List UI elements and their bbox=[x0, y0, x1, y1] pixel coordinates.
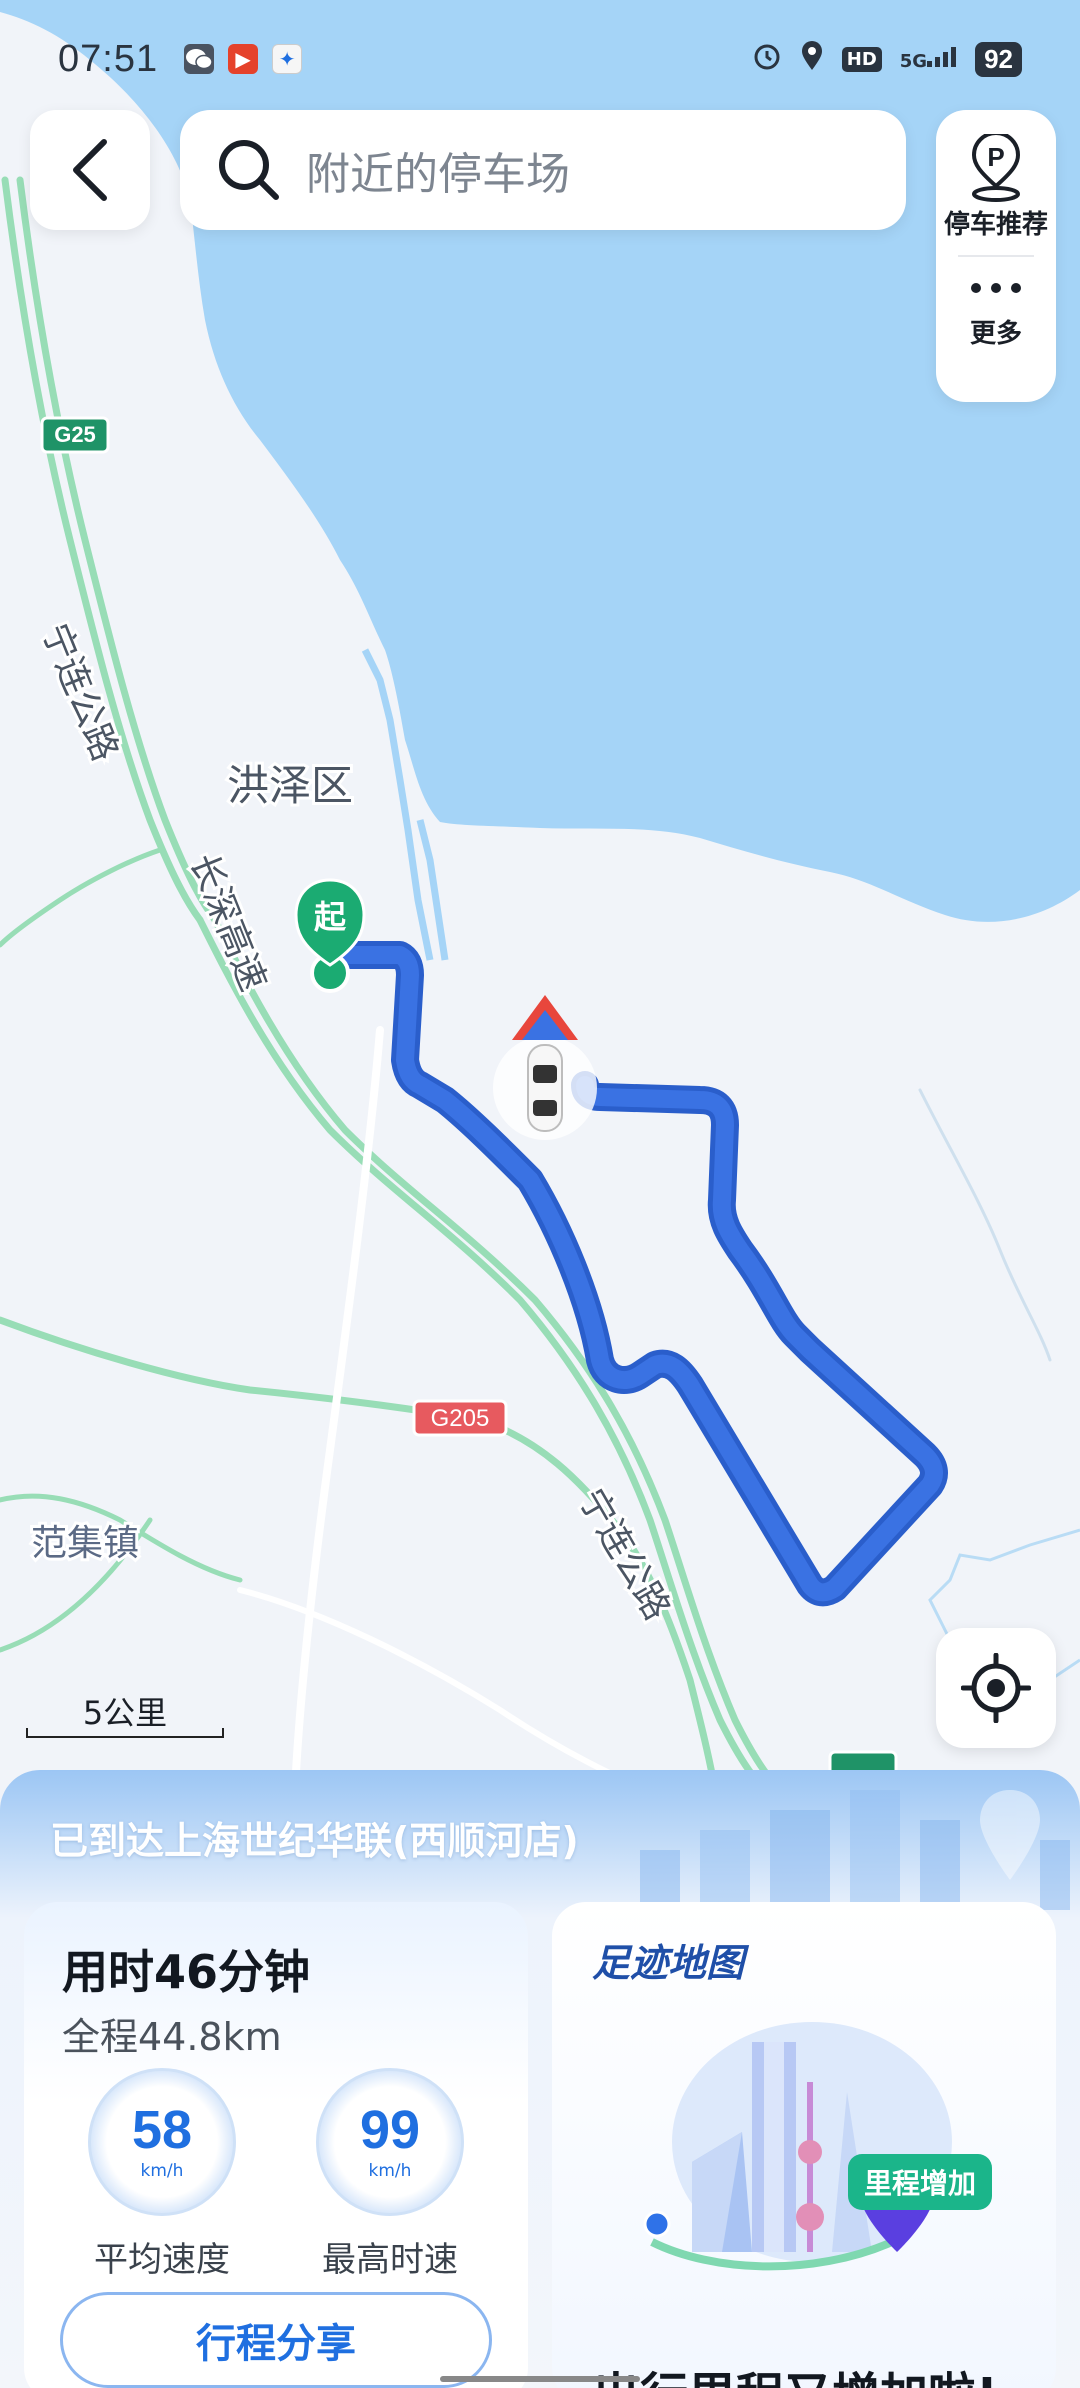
map-scale: 5公里 bbox=[26, 1688, 224, 1738]
avg-speed-unit: km/h bbox=[140, 2161, 184, 2181]
status-indicators: HD 5G 92 bbox=[752, 41, 1022, 77]
search-placeholder: 附近的停车场 bbox=[306, 149, 570, 200]
map-tools-panel: P 停车推荐 更多 bbox=[936, 110, 1056, 402]
back-button[interactable] bbox=[30, 110, 150, 230]
footprint-bottom-text: 出行里程又增加啦! bbox=[592, 2356, 998, 2388]
alarm-icon bbox=[752, 41, 782, 77]
mileage-badge: 里程增加 bbox=[848, 2154, 993, 2210]
locate-crosshair-icon bbox=[961, 1653, 1031, 1723]
city-skyline-illustration-icon bbox=[643, 2022, 952, 2271]
chevron-left-icon bbox=[73, 139, 107, 201]
avg-speed-value: 58 bbox=[131, 2100, 193, 2160]
avg-speed-label: 平均速度 bbox=[94, 2240, 230, 2280]
share-trip-button[interactable]: 行程分享 bbox=[60, 2292, 492, 2388]
wechat-icon bbox=[184, 44, 215, 74]
search-icon bbox=[219, 140, 279, 200]
parking-recommend-button[interactable]: P 停车推荐 bbox=[936, 134, 1056, 241]
status-time: 07:51 bbox=[58, 37, 159, 80]
status-app-icons: ▶ ✦ bbox=[184, 44, 303, 74]
more-button[interactable]: 更多 bbox=[936, 273, 1056, 350]
search-box[interactable]: 附近的停车场 bbox=[180, 110, 906, 230]
trip-distance: 全程44.8km bbox=[62, 2015, 282, 2059]
panel-divider bbox=[958, 255, 1034, 257]
max-speed-gauge: 99 km/h bbox=[316, 2068, 464, 2216]
max-speed-value: 99 bbox=[359, 2100, 421, 2160]
locate-button[interactable] bbox=[936, 1628, 1056, 1748]
footprint-title: 足迹地图 bbox=[592, 1941, 745, 1985]
svg-text:G205: G205 bbox=[431, 1405, 490, 1432]
svg-text:P: P bbox=[987, 142, 1004, 172]
trip-duration: 用时46分钟 bbox=[62, 1945, 311, 1999]
footprint-map-card[interactable]: 足迹地图 里程增加 出行里程又增加啦! bbox=[552, 1902, 1056, 2388]
more-label: 更多 bbox=[969, 319, 1022, 349]
home-indicator[interactable] bbox=[440, 2376, 640, 2382]
location-icon bbox=[800, 41, 824, 77]
more-dots-icon bbox=[971, 283, 1021, 293]
max-speed-unit: km/h bbox=[368, 2161, 412, 2181]
parking-icon: P bbox=[971, 134, 1021, 202]
scale-bar bbox=[26, 1728, 224, 1738]
arrival-text: 已到达上海世纪华联(西顺河店) bbox=[50, 1819, 579, 1863]
svg-text:G25: G25 bbox=[54, 422, 96, 447]
g25-shield: G25 bbox=[40, 416, 110, 454]
town-label: 范集镇 bbox=[31, 1523, 139, 1564]
status-bar: 07:51 ▶ ✦ HD 5G 92 bbox=[0, 0, 1080, 118]
parking-recommend-label: 停车推荐 bbox=[943, 210, 1048, 240]
start-marker-label: 起 bbox=[314, 898, 347, 936]
skyline-decoration-icon bbox=[640, 1790, 1070, 1910]
trip-stats-card: 用时46分钟 全程44.8km 58 km/h 99 km/h 平均速度 最高时… bbox=[24, 1902, 528, 2388]
max-speed-label: 最高时速 bbox=[322, 2240, 458, 2280]
hd-badge: HD bbox=[841, 46, 882, 72]
avg-speed-gauge: 58 km/h bbox=[88, 2068, 236, 2216]
audio-app-icon: ▶ bbox=[228, 44, 259, 74]
map-view[interactable]: 起 G25 G205 洪泽区 范集镇 宁连公路 长深高速 宁连公路 bbox=[0, 0, 1080, 1790]
district-label: 洪泽区 bbox=[227, 761, 353, 810]
map-app-icon: ✦ bbox=[272, 44, 303, 74]
trip-summary-sheet: 已到达上海世纪华联(西顺河店) 用时46分钟 全程44.8km 58 km/h … bbox=[0, 1770, 1080, 2388]
signal-icon: 5G bbox=[900, 46, 957, 72]
battery-indicator: 92 bbox=[975, 41, 1022, 77]
g205-shield: G205 bbox=[412, 1399, 508, 1437]
